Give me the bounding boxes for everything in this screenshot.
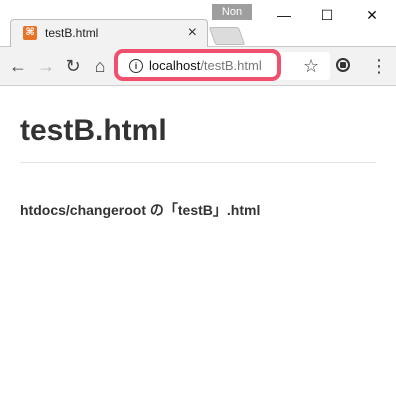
extension-icon[interactable] xyxy=(336,58,350,72)
minimize-button[interactable]: — xyxy=(264,4,304,26)
menu-icon[interactable]: ⋮ xyxy=(370,55,388,77)
tab-close-icon[interactable]: × xyxy=(188,24,197,42)
back-icon[interactable]: ← xyxy=(7,55,29,77)
new-tab-button[interactable] xyxy=(208,27,246,45)
xampp-icon: ⌘ xyxy=(23,26,37,40)
title-bar: ⌘ testB.html × Non — ☐ ✕ xyxy=(0,0,396,47)
page-content: testB.html htdocs/changeroot の「testB」.ht… xyxy=(0,86,396,400)
tab-title: testB.html xyxy=(45,26,99,40)
reload-icon[interactable]: ↻ xyxy=(62,55,84,77)
page-title: testB.html xyxy=(20,114,167,147)
page-description: htdocs/changeroot の「testB」.html xyxy=(20,202,261,218)
address-highlight-box xyxy=(114,49,281,81)
home-icon[interactable]: ⌂ xyxy=(89,55,111,77)
maximize-button[interactable]: ☐ xyxy=(307,4,347,26)
close-window-button[interactable]: ✕ xyxy=(352,4,392,26)
forward-icon[interactable]: → xyxy=(35,55,57,77)
bookmark-star-icon[interactable]: ☆ xyxy=(303,55,319,77)
browser-toolbar: ← → ↻ ⌂ i localhost/testB.html ☆ ⋮ xyxy=(0,47,396,86)
profile-badge[interactable]: Non xyxy=(212,4,252,20)
browser-tab[interactable]: ⌘ testB.html × xyxy=(10,19,208,47)
title-divider xyxy=(20,162,376,163)
